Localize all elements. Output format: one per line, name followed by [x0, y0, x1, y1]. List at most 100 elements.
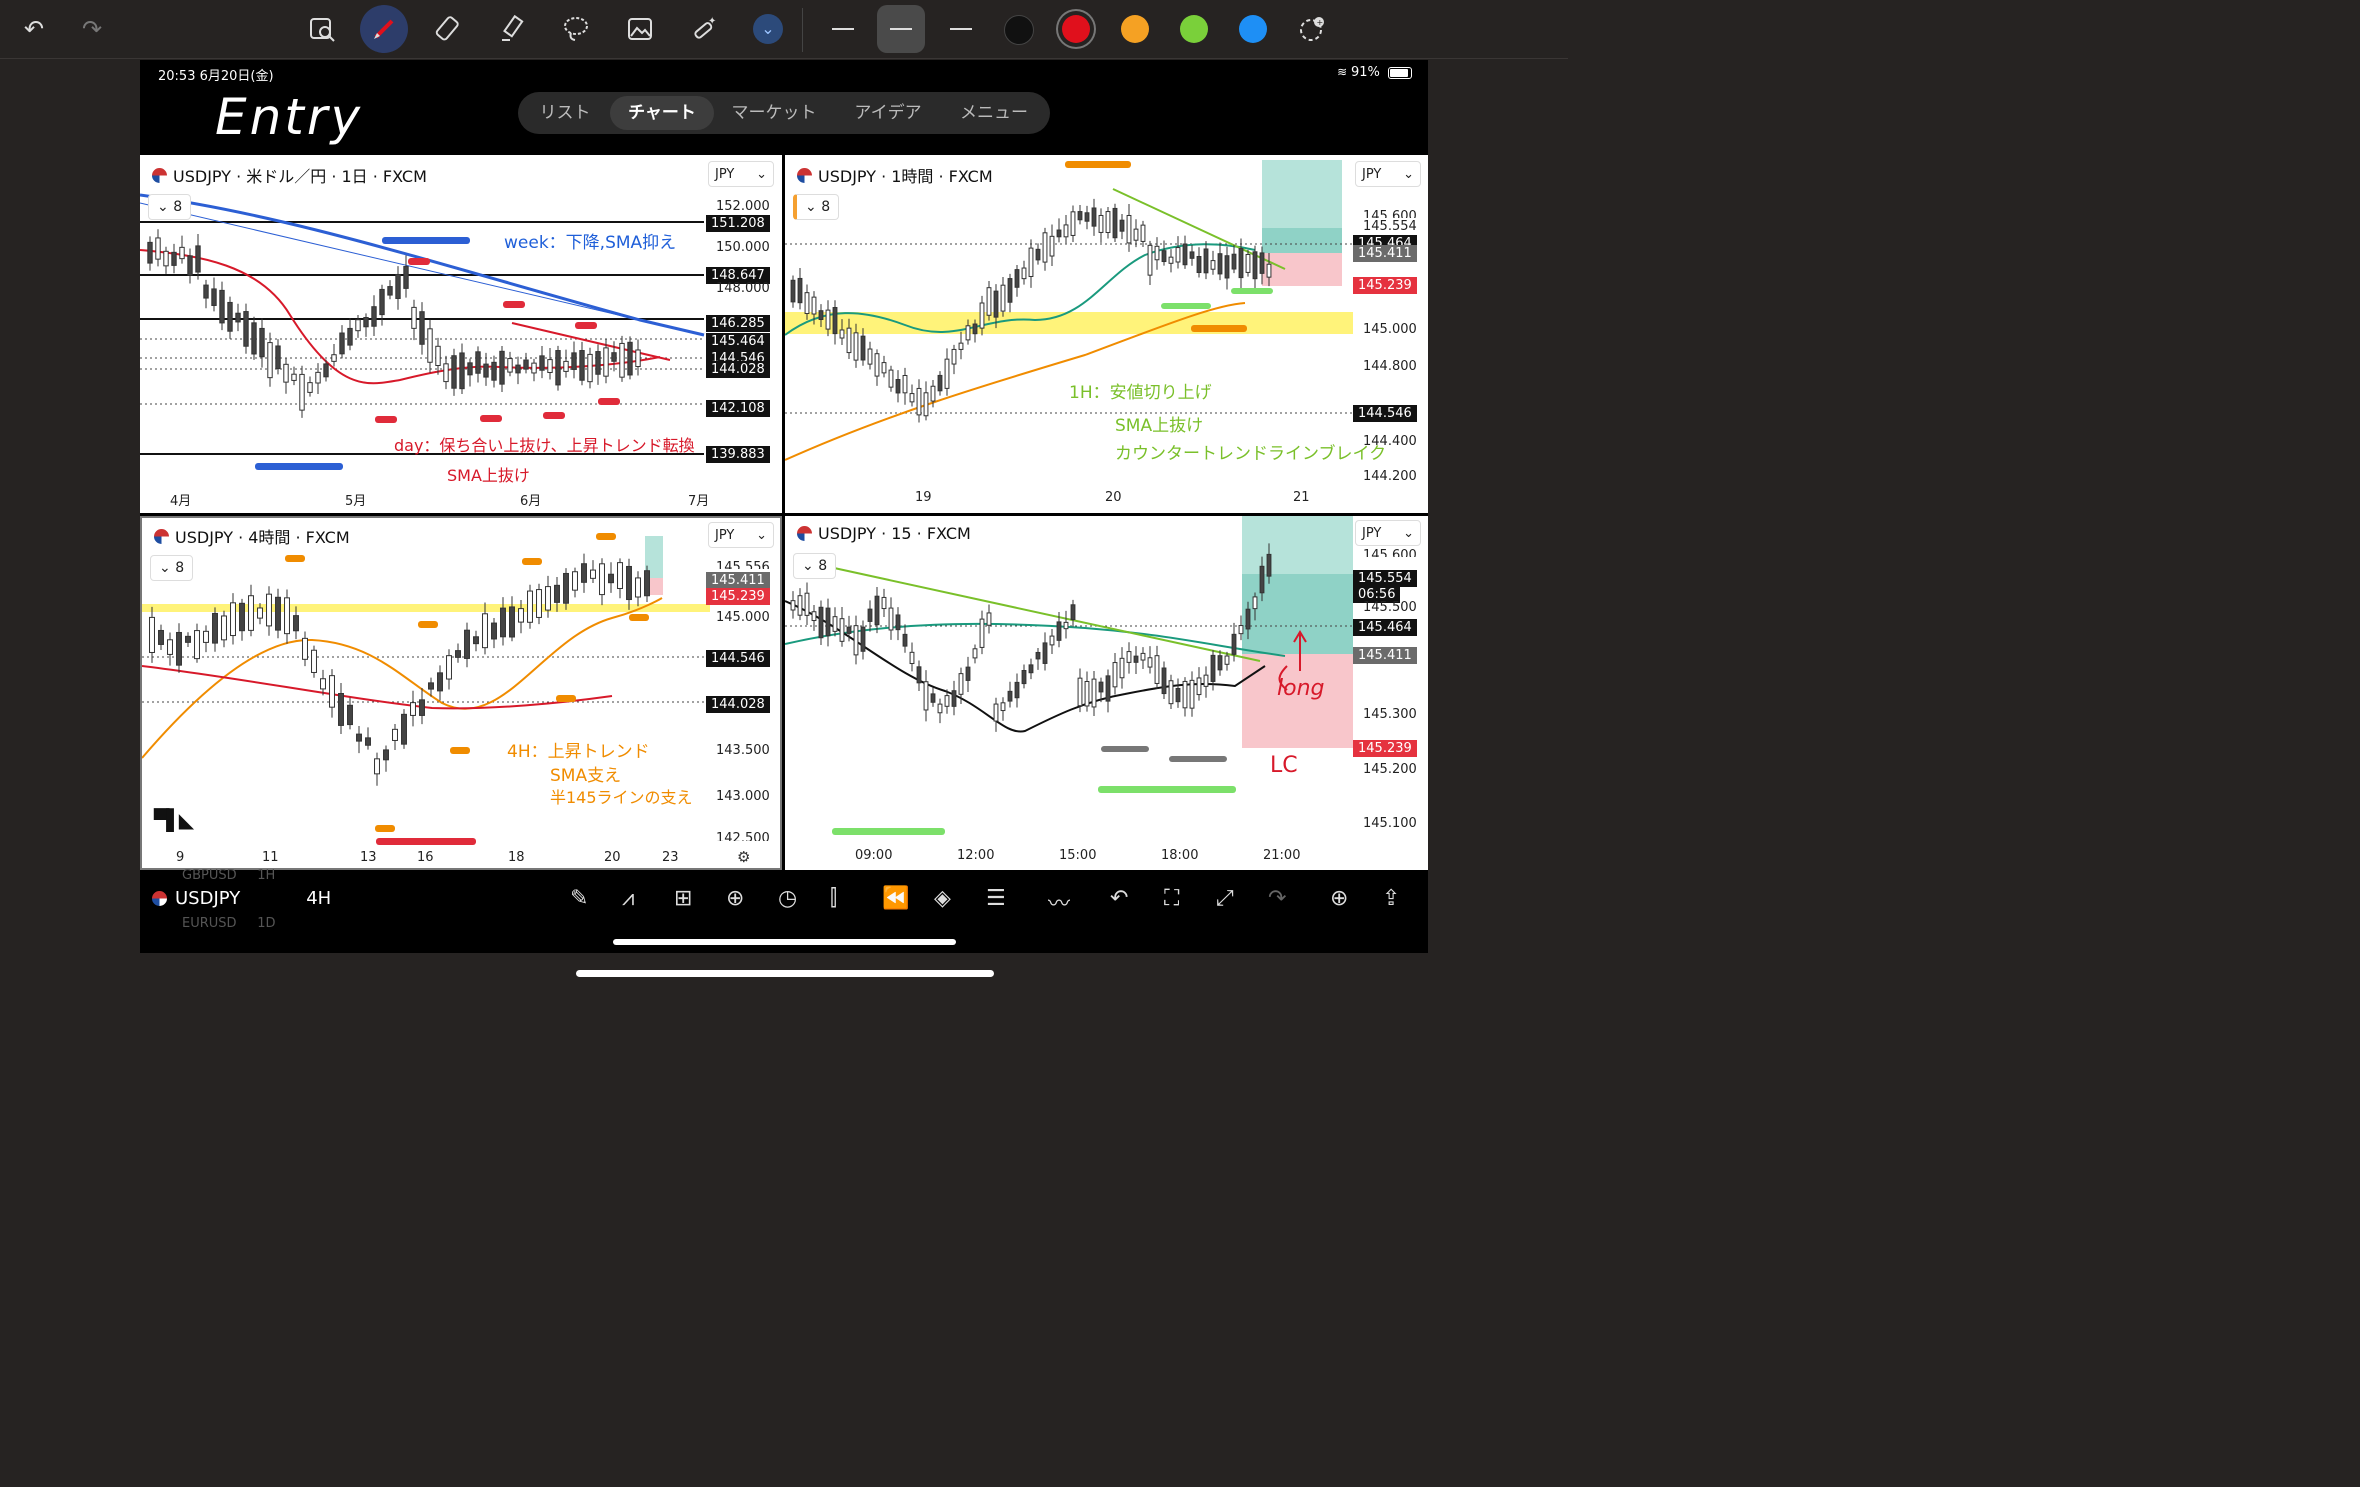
candle [627, 341, 633, 376]
replay-icon[interactable]: ⏪ [882, 886, 909, 911]
candle [1056, 229, 1062, 238]
candle [603, 347, 609, 377]
interval-label: 4H [306, 888, 332, 909]
thick-line-option[interactable] [950, 28, 972, 30]
add-alert-icon[interactable]: ⊕ [1330, 886, 1348, 911]
candle [1231, 253, 1237, 270]
tab-market[interactable]: マーケット [718, 96, 830, 130]
candle [1021, 670, 1027, 685]
color-blue-swatch[interactable] [1239, 15, 1267, 43]
candle [1210, 654, 1216, 682]
candle [1231, 633, 1237, 655]
layers-icon[interactable]: ◈ [934, 886, 951, 911]
fullscreen-icon[interactable]: ⛶ [1164, 886, 1179, 911]
candles-icon[interactable]: ⫿ [830, 886, 837, 911]
h4-chart-plot[interactable] [142, 518, 780, 868]
candle [617, 562, 623, 589]
highlighter-icon[interactable] [488, 5, 536, 53]
color-orange-swatch[interactable] [1121, 15, 1149, 43]
tab-ideas[interactable]: アイデア [836, 96, 940, 130]
indicators-icon[interactable]: ⩘ [622, 886, 634, 911]
image-icon[interactable] [616, 5, 664, 53]
x-axis-label: 9 [176, 850, 185, 865]
layout-icon[interactable]: ⊞ [674, 886, 692, 911]
indicator-count-badge[interactable]: ⌄ 8 [150, 555, 194, 581]
candle [1091, 207, 1097, 227]
candle [267, 342, 273, 379]
candle [455, 650, 461, 658]
chart-panel-1h[interactable]: USDJPY · 1時間 · FXCM ⌄ 8 JPY ⌄ 145.600 145… [785, 155, 1428, 513]
share-icon[interactable]: ⇪ [1382, 886, 1400, 911]
currency-select[interactable]: JPY ⌄ [1355, 161, 1421, 187]
candle [1266, 553, 1272, 577]
image-search-icon[interactable] [298, 5, 346, 53]
chevron-down-icon[interactable]: ⌄ [744, 5, 792, 53]
annotation-higher-lows: 1H：安値切り上げ [1069, 383, 1212, 403]
medium-line-option[interactable] [877, 5, 925, 53]
candle [1063, 621, 1069, 630]
alert-icon[interactable]: ◷ [778, 886, 797, 911]
candle [993, 703, 999, 722]
candle [155, 237, 161, 260]
tab-menu[interactable]: メニュー [944, 96, 1044, 130]
undo-icon[interactable]: ↶ [1110, 886, 1128, 911]
chart-panel-4h[interactable]: USDJPY · 4時間 · FXCM ⌄ 8 JPY ⌄ 145.556 145… [140, 516, 782, 870]
candle [1042, 232, 1048, 263]
magic-wand-icon[interactable]: ✦ [680, 5, 728, 53]
daily-blue-mark-1 [382, 237, 470, 244]
candle [307, 382, 313, 393]
chart-panel-15m[interactable]: USDJPY · 15 · FXCM ⌄ 8 JPY ⌄ 145.600 145.… [785, 516, 1428, 870]
annotation-loss-cut: LC [1270, 753, 1298, 778]
candle [499, 350, 505, 385]
redo-icon[interactable]: ↷ [1268, 886, 1286, 911]
lasso-icon[interactable] [552, 5, 600, 53]
indicator-count-badge[interactable]: ⌄ 8 [148, 194, 192, 220]
chart-panel-daily[interactable]: USDJPY · 米ドル／円 · 1日 · FXCM ⌄ 8 JPY ⌄ 152.… [140, 155, 782, 513]
currency-select[interactable]: JPY ⌄ [708, 161, 774, 187]
undo-icon[interactable]: ↶ [10, 5, 58, 53]
redo-icon[interactable]: ↷ [68, 5, 116, 53]
add-color-icon[interactable]: + [1288, 5, 1336, 53]
eraser-icon[interactable] [424, 5, 472, 53]
candle [219, 289, 225, 324]
daily-chart-plot[interactable] [140, 155, 782, 513]
color-red-swatch[interactable] [1062, 15, 1090, 43]
add-icon[interactable]: ⊕ [726, 886, 744, 911]
x-axis-label: 5月 [345, 494, 367, 509]
pencil-icon[interactable]: ✎ [570, 886, 588, 911]
tp-zone [1262, 160, 1342, 228]
x-axis-label: 23 [662, 850, 679, 865]
settings-gear-icon[interactable]: ⚙ [737, 848, 750, 866]
candle [211, 288, 217, 306]
candle [1154, 655, 1160, 684]
price-label: 151.208 [706, 215, 770, 232]
tab-list[interactable]: リスト [524, 96, 606, 130]
price-label: 150.000 [716, 240, 770, 255]
pen-icon[interactable] [360, 5, 408, 53]
compare-icon[interactable]: 〰 [1048, 886, 1070, 918]
daily-red-mark [543, 412, 565, 419]
candle [1147, 244, 1153, 276]
candle [818, 310, 824, 321]
settings-icon[interactable]: ☰ [986, 886, 1006, 911]
color-green-swatch[interactable] [1180, 15, 1208, 43]
candle [811, 296, 817, 315]
candle [895, 614, 901, 631]
indicator-count-badge[interactable]: ⌄ 8 [793, 194, 840, 220]
candle [411, 306, 417, 329]
candle [536, 589, 542, 618]
candle [1140, 652, 1146, 661]
expand-icon[interactable]: ⤢ [1216, 886, 1234, 911]
candle [986, 287, 992, 316]
tab-chart[interactable]: チャート [610, 96, 714, 130]
color-black-swatch[interactable] [1004, 15, 1034, 45]
m15-chart-plot[interactable] [785, 516, 1428, 870]
candle [563, 572, 569, 604]
currency-select[interactable]: JPY ⌄ [1355, 520, 1421, 546]
indicator-count-badge[interactable]: ⌄ 8 [793, 553, 837, 579]
currency-select[interactable]: JPY ⌄ [708, 522, 774, 548]
candle [527, 590, 533, 623]
annotation-sma-breakout: SMA上抜け [447, 466, 530, 485]
thin-line-option[interactable] [832, 28, 854, 30]
symbol-selector[interactable]: USDJPY 4H [152, 888, 331, 909]
